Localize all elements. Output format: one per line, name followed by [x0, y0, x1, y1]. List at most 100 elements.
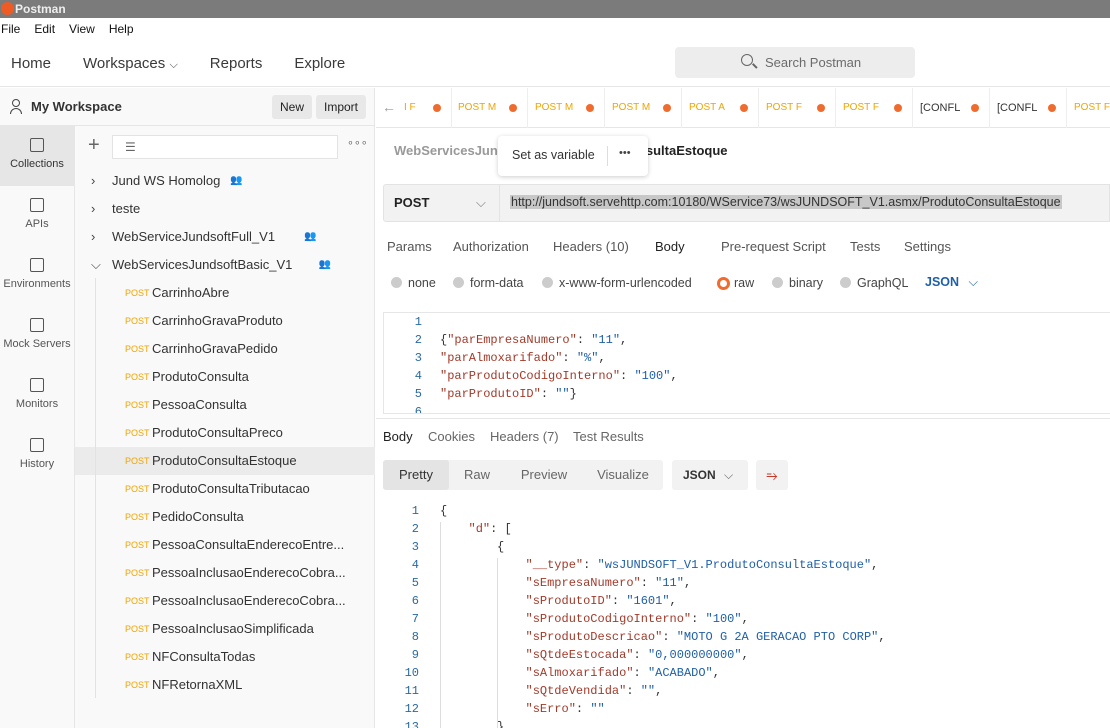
search-input[interactable]: Search Postman: [675, 47, 915, 78]
request-item[interactable]: POST ProdutoConsulta: [75, 363, 375, 391]
response-body[interactable]: 1 {2 "d": [3 {4 "__type": "wsJUNDSOFT_V1.Pro…: [376, 502, 1110, 728]
sidebar-item-apis[interactable]: APIs: [0, 186, 74, 246]
request-item[interactable]: POST CarrinhoAbre: [75, 279, 375, 307]
open-tab[interactable]: POST M: [452, 88, 528, 128]
request-item[interactable]: POST PessoaInclusaoSimplificada: [75, 615, 375, 643]
collection-item[interactable]: › teste: [75, 195, 375, 223]
nav-reports[interactable]: Reports: [210, 55, 263, 72]
open-tab[interactable]: POST A: [683, 88, 759, 128]
collections-panel: + ☰ ∘∘∘ › Jund WS Homolog 👥 › teste › WebServi…: [75, 126, 375, 728]
nav-workspaces[interactable]: Workspaces ⌵: [83, 55, 178, 72]
collection-item[interactable]: ⌵ WebServicesJundsoftBasic_V1 👥: [75, 251, 375, 279]
tab-params[interactable]: Params: [387, 239, 432, 254]
nav-home[interactable]: Home: [11, 55, 51, 72]
request-name: PessoaConsulta: [152, 397, 247, 412]
view-pretty[interactable]: Pretty: [383, 460, 449, 490]
json-value: "wsJUNDSOFT_V1.ProdutoConsultaEstoque": [597, 558, 872, 572]
body-format-select[interactable]: JSON ⌵: [925, 275, 978, 290]
collection-item[interactable]: › WebServiceJundsoftFull_V1 👥: [75, 223, 375, 251]
radio-binary[interactable]: binary: [772, 276, 823, 290]
open-tab[interactable]: POST F: [837, 88, 913, 128]
chevron-right-icon[interactable]: ›: [91, 223, 95, 251]
sidebar-item-collections[interactable]: Collections: [0, 126, 74, 186]
tab-label: I F: [404, 102, 416, 113]
method-select[interactable]: POST ⌵: [384, 185, 500, 221]
workspace-name[interactable]: My Workspace: [31, 99, 122, 114]
filter-input[interactable]: ☰: [112, 135, 338, 159]
request-item[interactable]: POST NFConsultaTodas: [75, 643, 375, 671]
open-tab[interactable]: POST M: [606, 88, 682, 128]
response-tab-cookies[interactable]: Cookies: [428, 429, 475, 444]
chevron-down-icon[interactable]: ⌵: [91, 251, 101, 279]
method-badge: POST: [125, 484, 150, 494]
radio-x-www-form-urlencoded[interactable]: x-www-form-urlencoded: [542, 276, 692, 290]
menu-help[interactable]: Help: [109, 18, 134, 40]
open-tab[interactable]: I F: [398, 88, 452, 128]
menu-edit[interactable]: Edit: [34, 18, 55, 40]
line-number: 6: [414, 405, 422, 414]
response-tab-headers[interactable]: Headers (7): [490, 429, 559, 444]
tab-body[interactable]: Body: [655, 239, 685, 254]
nav-explore[interactable]: Explore: [294, 55, 345, 72]
request-item[interactable]: POST PedidoConsulta: [75, 503, 375, 531]
response-tab-test-results[interactable]: Test Results: [573, 429, 644, 444]
workspace-header: My Workspace New Import: [0, 88, 375, 126]
sidebar-item-monitors[interactable]: Monitors: [0, 366, 74, 426]
tab-settings[interactable]: Settings: [904, 239, 951, 254]
request-body-editor[interactable]: 1 2 {"parEmpresaNumero": "11", 3 "parAlmoxar…: [383, 312, 1110, 414]
add-collection-icon[interactable]: +: [88, 134, 100, 157]
tab-authorization[interactable]: Authorization: [453, 239, 529, 254]
method-badge: POST: [125, 456, 150, 466]
collection-item[interactable]: › Jund WS Homolog 👥: [75, 167, 375, 195]
json-punctuation: : [: [490, 522, 512, 536]
open-tab[interactable]: [CONFL: [914, 88, 990, 128]
open-tab[interactable]: POST M: [529, 88, 605, 128]
tab-headers[interactable]: Headers (10): [553, 239, 629, 254]
more-options-icon[interactable]: ∘∘∘: [347, 136, 368, 149]
chevron-right-icon[interactable]: ›: [91, 167, 95, 195]
radio-form-data[interactable]: form-data: [453, 276, 524, 290]
request-item[interactable]: POST CarrinhoGravaProduto: [75, 307, 375, 335]
request-item[interactable]: POST ProdutoConsultaTributacao: [75, 475, 375, 503]
request-item[interactable]: POST PessoaInclusaoEnderecoCobra...: [75, 559, 375, 587]
view-preview[interactable]: Preview: [505, 460, 583, 490]
open-tab[interactable]: [CONFL: [991, 88, 1067, 128]
menu-file[interactable]: File: [1, 18, 20, 40]
request-item[interactable]: POST CarrinhoGravaPedido: [75, 335, 375, 363]
chevron-right-icon[interactable]: ›: [91, 195, 95, 223]
response-format-select[interactable]: JSON ⌵: [672, 460, 748, 490]
sidebar-item-environments[interactable]: Environments: [0, 246, 74, 306]
request-item[interactable]: POST NFRetornaXML: [75, 671, 375, 699]
request-item[interactable]: POST PessoaConsulta: [75, 391, 375, 419]
import-button[interactable]: Import: [316, 95, 367, 119]
tab-pre-request-script[interactable]: Pre-request Script: [721, 239, 826, 254]
arrow-left-icon[interactable]: ←: [382, 99, 396, 115]
response-tab-body[interactable]: Body: [383, 429, 413, 444]
view-visualize[interactable]: Visualize: [583, 460, 663, 490]
url-input[interactable]: http://jundsoft.servehttp.com:10180/WSer…: [510, 195, 1062, 209]
tab-tests[interactable]: Tests: [850, 239, 880, 254]
method-badge: POST: [125, 512, 150, 522]
more-icon[interactable]: •••: [619, 147, 631, 159]
request-item[interactable]: POST PessoaInclusaoEnderecoCobra...: [75, 587, 375, 615]
json-key: "sErro": [525, 702, 576, 716]
new-button[interactable]: New: [272, 95, 313, 119]
radio-none[interactable]: none: [391, 276, 436, 290]
radio-GraphQL[interactable]: GraphQL: [840, 276, 908, 290]
collections-icon: [30, 138, 44, 152]
unsaved-dot-icon: [894, 104, 902, 112]
set-as-variable-button[interactable]: Set as variable: [512, 148, 595, 162]
request-item[interactable]: POST ProdutoConsultaPreco: [75, 419, 375, 447]
request-item[interactable]: POST ProdutoConsultaEstoque: [75, 447, 375, 475]
open-tab[interactable]: POST F: [1068, 88, 1110, 128]
json-key: "d": [468, 522, 491, 536]
view-raw[interactable]: Raw: [449, 460, 505, 490]
wrap-lines-button[interactable]: ⥱: [756, 460, 788, 490]
open-tab[interactable]: POST F: [760, 88, 836, 128]
breadcrumb-collection[interactable]: WebServicesJund: [394, 143, 506, 158]
request-item[interactable]: POST PessoaConsultaEnderecoEntre...: [75, 531, 375, 559]
sidebar-item-history[interactable]: History: [0, 426, 74, 486]
menu-view[interactable]: View: [69, 18, 95, 40]
radio-raw[interactable]: raw: [717, 276, 754, 290]
sidebar-item-mock-servers[interactable]: Mock Servers: [0, 306, 74, 366]
